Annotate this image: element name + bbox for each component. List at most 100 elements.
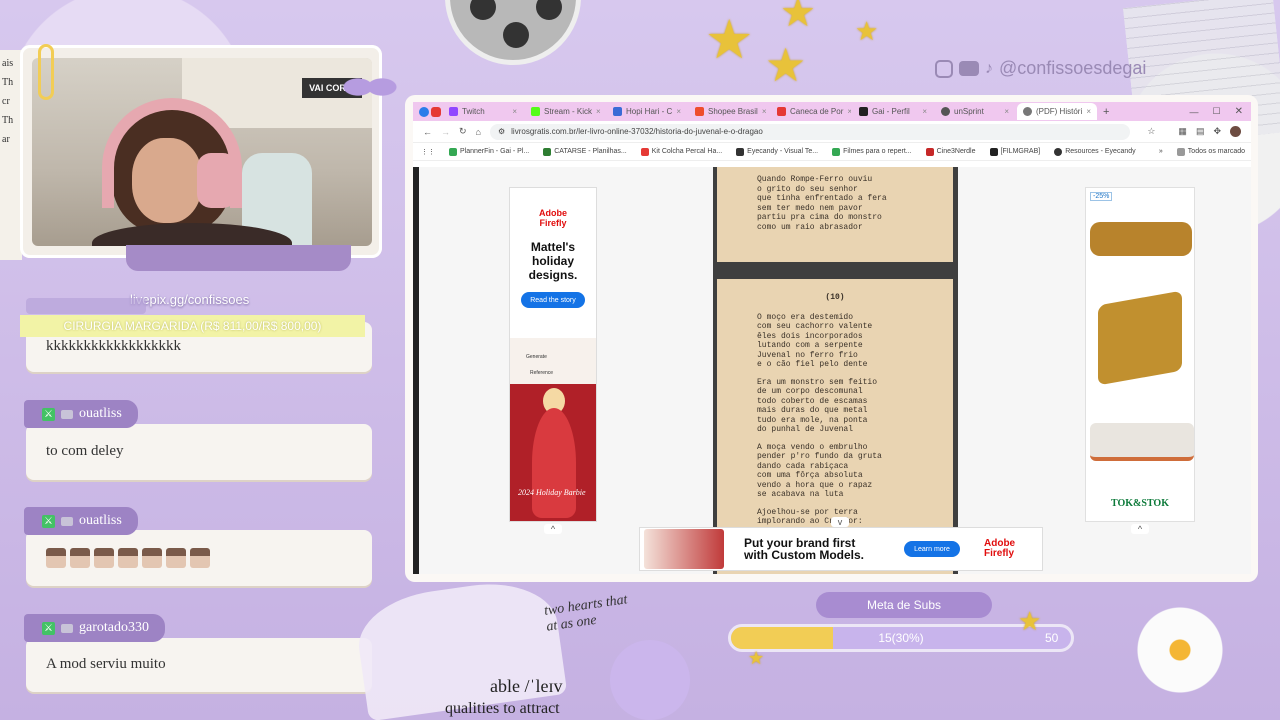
ad-banner-right[interactable]: -25% TOK&STOK [1085,187,1195,522]
moderator-sword-icon: ⚔ [42,407,55,421]
emote-icon [70,548,90,568]
chat-message: A mod serviu muito [26,638,372,692]
bookmark-favicon [832,147,841,156]
close-icon[interactable]: × [676,107,681,116]
paw-print-icon [610,640,690,720]
star-icon: ★ [855,16,879,46]
moderator-sword-icon: ⚔ [42,621,55,635]
pinned-tab-icon[interactable] [431,106,441,117]
collapse-ad-chevron-icon[interactable]: v [831,517,849,527]
maximize-button[interactable]: ☐ [1213,106,1221,117]
tiktok-icon: ♪ [985,59,993,77]
bookmark-item[interactable]: [FILMGRAB] [989,147,1040,156]
livepix-link: livepix.gg/confissoes [130,292,250,307]
extension-icon[interactable]: ▦ [1178,126,1187,137]
subscriber-badge-icon [61,623,73,633]
sofa-image [1090,222,1192,256]
tab-unsprint[interactable]: unSprint × [935,103,1015,120]
tab-pdf-historia[interactable]: (PDF) Históri × [1017,103,1097,120]
bookmark-star-icon[interactable]: ☆ [1147,126,1155,137]
site-icon [777,107,786,116]
profile-avatar[interactable] [1230,126,1241,137]
chat-username-badge [26,298,146,314]
bookmark-item[interactable]: Kit Colcha Percal Ha... [640,147,722,156]
minimize-button[interactable]: — [1190,107,1199,117]
extensions-puzzle-icon[interactable]: ✥ [1213,126,1221,137]
globe-icon [1023,107,1032,116]
tab-hopi-hari[interactable]: Hopi Hari - C × [607,103,687,120]
bookmark-item[interactable]: Resources - Eyecandy [1054,147,1136,156]
star-icon: ★ [780,0,816,35]
collapse-ad-chevron-icon[interactable]: ^ [544,524,562,534]
ad-banner-left[interactable]: Adobe Firefly Mattel's holiday designs. … [509,187,597,522]
tab-kick[interactable]: Stream - Kick × [525,103,605,120]
all-bookmarks-folder[interactable]: Todos os marcado [1176,147,1245,156]
ad-read-story-button[interactable]: Read the story [521,292,585,308]
chat-message-text: A mod serviu muito [46,656,166,672]
close-icon[interactable]: × [1086,107,1091,116]
tab-bar: Twitch × Stream - Kick × Hopi Hari - C × Sh… [413,102,1251,121]
apps-grid-icon[interactable]: ⋮⋮ [421,148,435,156]
subs-goal-max: 50 [1045,631,1059,645]
close-icon[interactable]: × [762,107,767,116]
bookmark-item[interactable]: Filmes para o repert... [832,147,912,156]
butterfly-icon [340,62,400,112]
close-icon[interactable]: × [922,107,927,116]
close-icon[interactable]: × [1004,107,1009,116]
social-handle: @confissoesdegai [999,58,1147,78]
browser-window: Twitch × Stream - Kick × Hopi Hari - C × Sh… [413,102,1251,574]
donation-banner: CIRURGIA MARGARIDA (R$ 811,00/R$ 800,00) [20,315,365,337]
bookmark-favicon [736,147,745,156]
ad-tag: 2024 Holiday Barbie [518,488,586,497]
chat-message-text: kkkkkkkkkkkkkkkkkk [46,338,181,354]
tab-caneca[interactable]: Caneca de Por × [771,103,851,120]
bookmark-item[interactable]: PlannerFin - Gai - Pl... [449,147,529,156]
address-bar: ← → ↻ ⌂ ⚙ livrosgratis.com.br/ler-livro-… [413,121,1251,143]
close-icon[interactable]: × [512,107,517,116]
emote-icon [190,548,210,568]
bookmarks-bar: ⋮⋮ PlannerFin - Gai - Pl... CATARSE - Pl… [413,143,1251,161]
chat-username: ouatliss [79,513,122,528]
site-info-icon[interactable]: ⚙ [498,127,505,136]
more-bookmarks-chevron-icon[interactable]: » [1159,148,1163,155]
close-icon[interactable]: × [596,107,601,116]
home-icon[interactable]: ⌂ [476,127,481,137]
new-tab-button[interactable]: + [1103,106,1109,118]
reload-icon[interactable]: ↻ [459,126,467,137]
tab-gai-perfil[interactable]: Gai - Perfil × [853,103,933,120]
sofa-image [1090,423,1194,461]
tab-search-icon[interactable] [419,106,429,117]
back-icon[interactable]: ← [423,127,432,137]
collapse-ad-chevron-icon[interactable]: ^ [1131,524,1149,534]
youtube-icon [959,61,979,76]
reader-edge [413,167,419,574]
bookmark-item[interactable]: CATARSE - Planilhas... [543,147,627,156]
close-icon[interactable]: × [847,107,851,116]
forward-icon[interactable]: → [441,127,450,137]
pdf-stanza: Quando Rompe-Ferro ouviu o grito do seu … [757,175,887,232]
site-icon [859,107,868,116]
webcam-feed: VAI CORIN [32,58,372,246]
twitch-icon [449,107,458,116]
tab-twitch[interactable]: Twitch × [443,103,523,120]
url-text: livrosgratis.com.br/ler-livro-online-370… [511,127,763,136]
kick-icon [531,107,540,116]
chat-message [26,530,372,586]
url-field[interactable]: ⚙ livrosgratis.com.br/ler-livro-online-3… [489,123,1130,140]
chat-username-badge: ⚔ ouatliss [24,507,138,535]
bookmark-item[interactable]: Eyecandy - Visual Te... [736,147,818,156]
ad-banner-bottom[interactable]: Put your brand first with Custom Models.… [639,527,1043,571]
ad-learn-more-button[interactable]: Learn more [904,541,960,557]
close-window-button[interactable]: ✕ [1235,106,1243,117]
dictionary-decor: qualities to attract [445,700,560,717]
ad-panel-generate: Generate [526,354,547,360]
ad-discount-badge: -25% [1090,192,1113,201]
extension-icon[interactable]: ▤ [1196,126,1205,137]
moderator-sword-icon: ⚔ [42,514,55,528]
tab-shopee[interactable]: Shopee Brasil × [689,103,769,120]
page-content[interactable]: Quando Rompe-Ferro ouviu o grito do seu … [413,167,1251,574]
bookmark-favicon [1054,147,1063,156]
bookmark-item[interactable]: Cine3Nerdle [925,147,976,156]
emote-icon [94,548,114,568]
pdf-stanza: Era um monstro sem feitio de um corpo de… [757,377,878,435]
